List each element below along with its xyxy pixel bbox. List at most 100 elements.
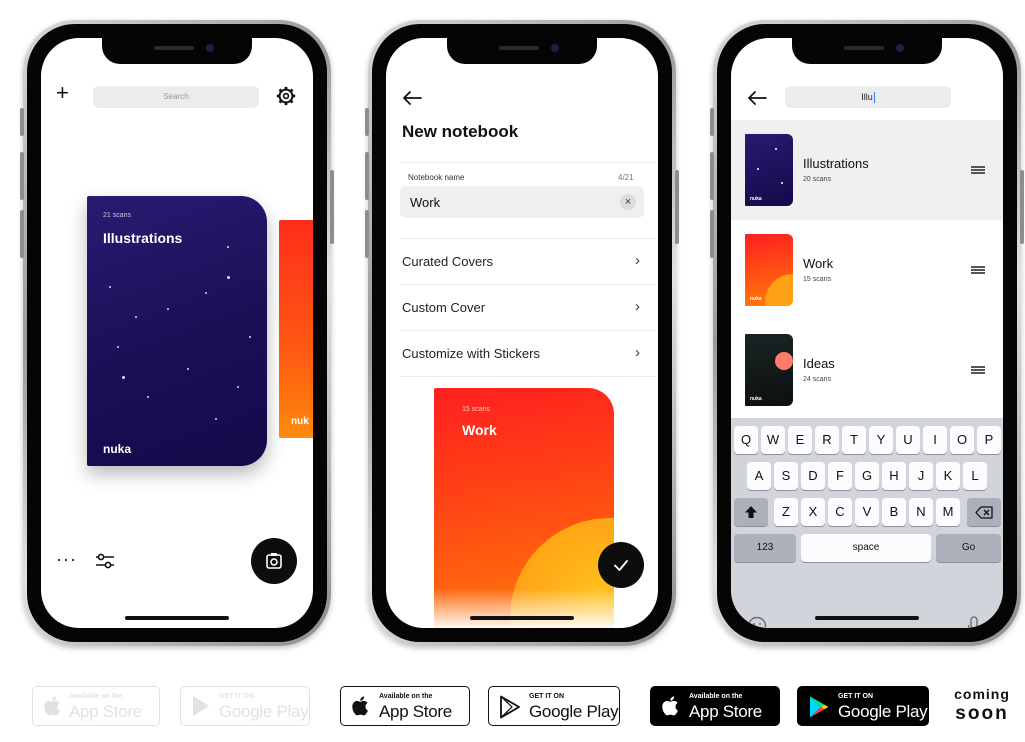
play-icon [810, 696, 829, 718]
apple-icon [352, 696, 368, 716]
list-item[interactable]: nuka Illustrations 20 scans [731, 120, 1003, 220]
key[interactable]: R [815, 426, 839, 454]
key[interactable]: H [882, 462, 906, 490]
drag-handle-icon[interactable] [971, 266, 985, 274]
list-item[interactable]: nuka Work 15 scans [731, 220, 1003, 320]
key[interactable]: B [882, 498, 906, 526]
key[interactable]: L [963, 462, 987, 490]
key[interactable]: N [909, 498, 933, 526]
page-title: New notebook [402, 122, 519, 141]
nuka-logo: nuk [291, 416, 309, 427]
key[interactable]: M [936, 498, 960, 526]
search-value: Illu [861, 92, 873, 102]
key[interactable]: Y [869, 426, 893, 454]
keyboard-row-2: A S D F G H J K L [731, 462, 1003, 490]
notebook-thumbnail: nuka [745, 334, 793, 406]
play-icon [193, 696, 209, 716]
play-icon [500, 695, 520, 719]
key[interactable]: J [909, 462, 933, 490]
shift-key[interactable] [734, 498, 768, 526]
badge-big-text: Google Play [529, 702, 619, 721]
notebook-scan-count: 20 scans [803, 176, 832, 183]
emoji-icon[interactable] [747, 616, 767, 628]
go-key[interactable]: Go [936, 534, 1001, 562]
backspace-key[interactable] [967, 498, 1001, 526]
google-play-badge[interactable]: GET IT ON Google Play [488, 686, 620, 726]
google-play-badge-faded[interactable]: GET IT ON Google Play [180, 686, 310, 726]
key[interactable]: V [855, 498, 879, 526]
phone-search-results: Illu nuka Illustrations 20 scans nuka Wo… [710, 20, 1024, 646]
chevron-right-icon: › [635, 252, 640, 269]
key[interactable]: O [950, 426, 974, 454]
notebook-name: Illustrations [803, 156, 869, 171]
divider [400, 284, 656, 285]
notebook-name-input[interactable]: Work × [400, 186, 644, 218]
back-arrow-icon[interactable] [747, 90, 767, 106]
sliders-icon[interactable] [95, 552, 115, 570]
key[interactable]: D [801, 462, 825, 490]
app-store-badge-faded[interactable]: Available on the App Store [32, 686, 160, 726]
clear-icon[interactable]: × [620, 194, 636, 210]
key[interactable]: Z [774, 498, 798, 526]
text-cursor [873, 92, 875, 104]
soon-text: soon [955, 703, 1009, 724]
divider [400, 162, 656, 163]
customize-stickers-row[interactable]: Customize with Stickers › [402, 338, 640, 368]
key[interactable]: X [801, 498, 825, 526]
key[interactable]: E [788, 426, 812, 454]
notebook-card-illustrations[interactable]: 21 scans Illustrations nuka [87, 196, 267, 466]
phone-home-screen: + Search 21 scans Illustrations nuka nuk… [20, 20, 334, 646]
microphone-icon[interactable] [967, 616, 981, 628]
notebook-card-next[interactable]: nuk [279, 220, 313, 438]
divider [400, 330, 656, 331]
key[interactable]: I [923, 426, 947, 454]
space-key[interactable]: space [801, 534, 931, 562]
home-indicator[interactable] [470, 616, 574, 620]
more-icon[interactable]: ··· [56, 550, 77, 568]
numbers-key[interactable]: 123 [734, 534, 796, 562]
key[interactable]: P [977, 426, 1001, 454]
search-input[interactable]: Search [93, 86, 259, 108]
home-screen: + Search 21 scans Illustrations nuka nuk… [41, 38, 313, 628]
google-play-badge-dark[interactable]: GET IT ON Google Play [797, 686, 929, 726]
list-item[interactable]: nuka Ideas 24 scans [731, 320, 1003, 420]
app-store-badge-dark[interactable]: Available on the App Store [650, 686, 780, 726]
drag-handle-icon[interactable] [971, 166, 985, 174]
badge-small-text: GET IT ON [529, 693, 564, 700]
key[interactable]: A [747, 462, 771, 490]
drag-handle-icon[interactable] [971, 366, 985, 374]
row-label: Custom Cover [402, 300, 486, 315]
key[interactable]: T [842, 426, 866, 454]
notebook-title: Work [462, 422, 497, 438]
nuka-logo: nuka [103, 442, 132, 456]
notebook-thumbnail: nuka [745, 234, 793, 306]
badge-big-text: App Store [379, 702, 452, 721]
key[interactable]: K [936, 462, 960, 490]
app-store-badge[interactable]: Available on the App Store [340, 686, 470, 726]
curated-covers-row[interactable]: Curated Covers › [402, 246, 640, 276]
badge-big-text: Google Play [838, 702, 928, 721]
nuka-logo: nuka [750, 196, 762, 202]
add-icon[interactable]: + [56, 82, 69, 104]
custom-cover-row[interactable]: Custom Cover › [402, 292, 640, 322]
home-indicator[interactable] [815, 616, 919, 620]
row-label: Customize with Stickers [402, 346, 540, 361]
key[interactable]: G [855, 462, 879, 490]
badge-big-text: App Store [689, 702, 762, 721]
shift-icon [745, 506, 757, 518]
home-indicator[interactable] [125, 616, 229, 620]
new-notebook-screen: New notebook Notebook name 4/21 Work × C… [386, 38, 658, 628]
back-arrow-icon[interactable] [402, 90, 422, 106]
scan-button[interactable] [251, 538, 297, 584]
key[interactable]: W [761, 426, 785, 454]
key[interactable]: Q [734, 426, 758, 454]
key[interactable]: C [828, 498, 852, 526]
search-input[interactable]: Illu [785, 86, 951, 108]
confirm-button[interactable] [598, 542, 644, 588]
key[interactable]: U [896, 426, 920, 454]
key[interactable]: S [774, 462, 798, 490]
notebook-thumbnail: nuka [745, 134, 793, 206]
gear-icon[interactable] [275, 85, 297, 107]
phone-new-notebook: New notebook Notebook name 4/21 Work × C… [365, 20, 679, 646]
key[interactable]: F [828, 462, 852, 490]
